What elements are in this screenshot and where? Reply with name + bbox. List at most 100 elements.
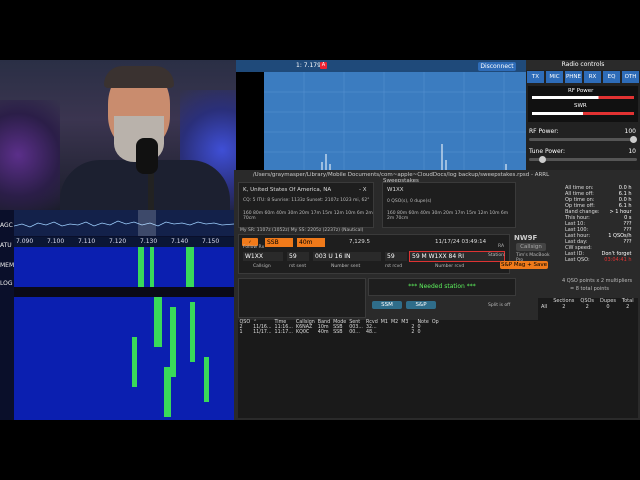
log-cell (379, 330, 389, 335)
log-table-panel: QSO ⌃ Time Callsign Band Mode Sent Rcvd … (238, 320, 562, 418)
rf-meter-bar (532, 96, 634, 99)
snp-button[interactable]: S&P (406, 301, 436, 309)
band-select[interactable]: 40m (297, 238, 325, 247)
light-glow-left (0, 100, 60, 210)
dx-info-panel: K, United States Of America, NA - X CQ: … (238, 182, 374, 228)
disconnect-button[interactable]: Disconnect (478, 62, 516, 71)
table-row[interactable]: All 2 2 0 2 (538, 304, 637, 310)
dx-country: K, United States Of America, NA (243, 187, 332, 193)
signal-trace (138, 247, 144, 287)
freq-tick: 7.100 (47, 238, 65, 245)
needed-station-text: *** Needed station *** (408, 283, 476, 290)
mult-cell: 2 (585, 304, 589, 310)
swr-meter-bar (532, 112, 634, 115)
log-cell: 48... (365, 330, 377, 335)
snp-save-button[interactable]: S&P Mag + Save (500, 261, 548, 269)
rf-power-label: RF Power: (529, 128, 559, 135)
follow-rx-label: Follow Rx (243, 245, 265, 250)
log-cell: 40m (317, 330, 329, 335)
radio-controls-title: Radio controls (526, 60, 640, 70)
number-sent-field[interactable]: 003 U 16 IN (313, 252, 381, 261)
band-scale-2: 160 80m 60m 40m 30m 20m 17m 15m 12m 10m … (387, 211, 509, 221)
stats-table: All time on: 0.0 h All time off: 6.1 h Op … (564, 185, 633, 263)
rf-power-slider[interactable] (529, 136, 637, 143)
tab-eq[interactable]: EQ (603, 71, 620, 83)
meter-rf-label: RF Power (568, 88, 594, 94)
multiplier-panel: Sections QSOs Dupes Total All 2 2 0 2 (538, 298, 638, 418)
tab-mic[interactable]: MIC (546, 71, 563, 83)
freq-tick: 7.130 (140, 238, 158, 245)
signal-trace (150, 247, 154, 287)
tab-rx[interactable]: RX (584, 71, 601, 83)
webcam-video (0, 60, 236, 210)
points-summary: 4 QSO points x 2 multipliers (562, 278, 633, 284)
tune-power-slider[interactable] (529, 156, 637, 163)
sdr-spectrum[interactable] (14, 210, 234, 236)
side-label-mem[interactable]: MEM (0, 262, 14, 269)
freq-tick: 7.120 (109, 238, 127, 245)
side-label-atu[interactable]: ATU (0, 242, 14, 249)
rf-power-slider-handle[interactable] (630, 136, 637, 143)
log-cell: 00... (349, 330, 360, 335)
log-cell: 11/17... (253, 330, 272, 335)
tab-tx[interactable]: TX (527, 71, 544, 83)
log-cell (430, 330, 440, 335)
log-header[interactable]: M3 (400, 320, 410, 325)
sdr-frequency-axis: 7.090 7.100 7.110 7.120 7.130 7.140 7.15… (14, 237, 234, 247)
split-status: Split is off (488, 303, 511, 308)
log-header[interactable]: M2 (390, 320, 400, 325)
rst-rcvd-field[interactable]: 59 (385, 252, 407, 261)
log-header[interactable]: Op (430, 320, 440, 325)
callsign-button[interactable]: Callsign (516, 243, 546, 251)
signal-trace (164, 367, 171, 417)
mult-cell: 0 (606, 304, 610, 310)
tune-power-value: 10 (628, 148, 636, 155)
scope-display[interactable] (264, 72, 526, 172)
log-table: QSO ⌃ Time Callsign Band Mode Sent Rcvd … (238, 320, 440, 335)
datetime-display: 11/17/24 03:49:14 (435, 239, 487, 245)
vfo-label: 1: 7.179 (296, 62, 321, 69)
window-title: /Users/graymasper/Library/Mobile Documen… (252, 172, 550, 184)
tab-oth[interactable]: OTH (622, 71, 639, 83)
call-check-panel: W1XX 0 QSO(s), 0 dupe(s) 160 80m 60m 40m… (382, 182, 516, 228)
multiplier-table: Sections QSOs Dupes Total All 2 2 0 2 (538, 298, 637, 310)
tab-phne[interactable]: PHNE (565, 71, 582, 83)
vfo-badge: A (320, 62, 327, 69)
number-rcvd-caption: Number rcvd (435, 264, 465, 269)
side-label-log[interactable]: LOG (0, 280, 14, 287)
mult-cell: 2 (562, 304, 566, 310)
letterbox-bottom (0, 420, 640, 480)
signal-trace (154, 297, 162, 347)
station-ra: RA (498, 244, 505, 249)
station-callsign: NW9F (514, 234, 538, 242)
signal-trace (132, 337, 137, 387)
microphone (136, 138, 158, 174)
check-info: 0 QSO(s), 0 dupe(s) (387, 199, 432, 204)
freq-tick: 7.110 (78, 238, 96, 245)
mode-select[interactable]: SSB (265, 238, 293, 247)
callsign-field[interactable]: W1XX (243, 252, 283, 261)
band-scale: 160 80m 60m 40m 30m 20m 17m 15m 12m 10m … (243, 211, 373, 221)
side-label-agc[interactable]: AGC (0, 222, 14, 229)
sdr-waterfall[interactable] (14, 247, 234, 420)
table-row[interactable]: 1 11/17... 11:17... KQ0C 40m SSB 00... 4… (238, 330, 440, 335)
scope-grid (264, 72, 526, 172)
meter-swr-label: SWR (574, 103, 587, 109)
letterbox-top (0, 0, 640, 60)
station-panel: NW9F RA Callsign Station: Tim's MacBook … (486, 232, 554, 272)
stat-label: Last QSO: (565, 257, 590, 263)
rst-sent-field[interactable]: 59 (287, 252, 309, 261)
mic-arm (148, 170, 154, 210)
callsign-caption: Callsign (253, 264, 271, 269)
log-cell (390, 330, 400, 335)
close-icon[interactable]: - X (359, 187, 367, 193)
log-cell: 11:17... (274, 330, 293, 335)
log-cell: 1 (239, 330, 243, 335)
log-header[interactable]: M1 (379, 320, 389, 325)
person-cap (104, 66, 174, 88)
freq-tick: 7.140 (171, 238, 189, 245)
ssm-button[interactable]: SSM (372, 301, 402, 309)
entry-panel: ✓ Follow Rx SSB 40m 7,129.5 11/17/24 03:… (238, 234, 510, 274)
tx-meter: RF Power SWR (528, 86, 638, 122)
tune-power-slider-handle[interactable] (539, 156, 547, 163)
